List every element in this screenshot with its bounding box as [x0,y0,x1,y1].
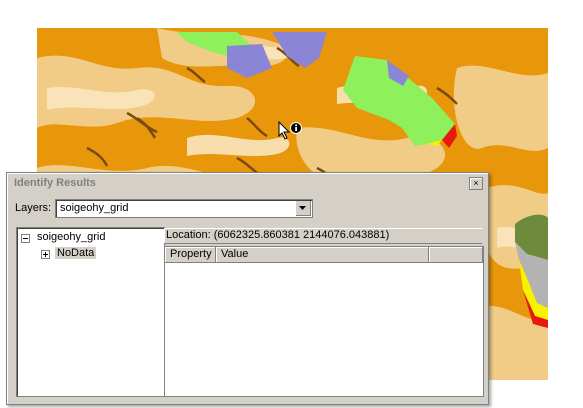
location-readout: Location: (6062325.860381 2144076.043881… [166,229,390,241]
column-header-empty [429,247,483,263]
plus-icon [43,252,48,257]
minus-icon [23,238,28,239]
properties-table[interactable]: Property Value [164,246,484,397]
layers-dropdown[interactable]: soigeohy_grid [55,199,313,218]
collapse-toggle[interactable] [21,234,30,243]
layers-dropdown-value: soigeohy_grid [60,202,129,214]
location-bar: Location: (6062325.860381 2144076.043881… [164,228,482,244]
expand-toggle[interactable] [41,250,50,259]
close-button[interactable]: × [469,177,483,190]
chevron-down-icon [299,206,306,210]
dropdown-arrow-button[interactable] [295,201,311,216]
tree-node-nodata[interactable]: NoData [55,247,97,259]
identify-cursor-icon [278,121,302,140]
window-title: Identify Results [14,177,96,189]
window-title-bar[interactable]: Identify Results × [10,176,485,190]
layers-label: Layers: [15,202,52,214]
close-icon: × [473,178,479,188]
results-tree[interactable]: soigeohy_grid NoData [16,227,165,397]
column-header-value[interactable]: Value [216,247,429,263]
tree-node-root[interactable]: soigeohy_grid [37,231,106,243]
column-header-property[interactable]: Property [165,247,216,263]
table-header: Property Value [165,247,483,263]
identify-results-window[interactable]: Identify Results × Layers: soigeohy_grid… [6,172,489,405]
